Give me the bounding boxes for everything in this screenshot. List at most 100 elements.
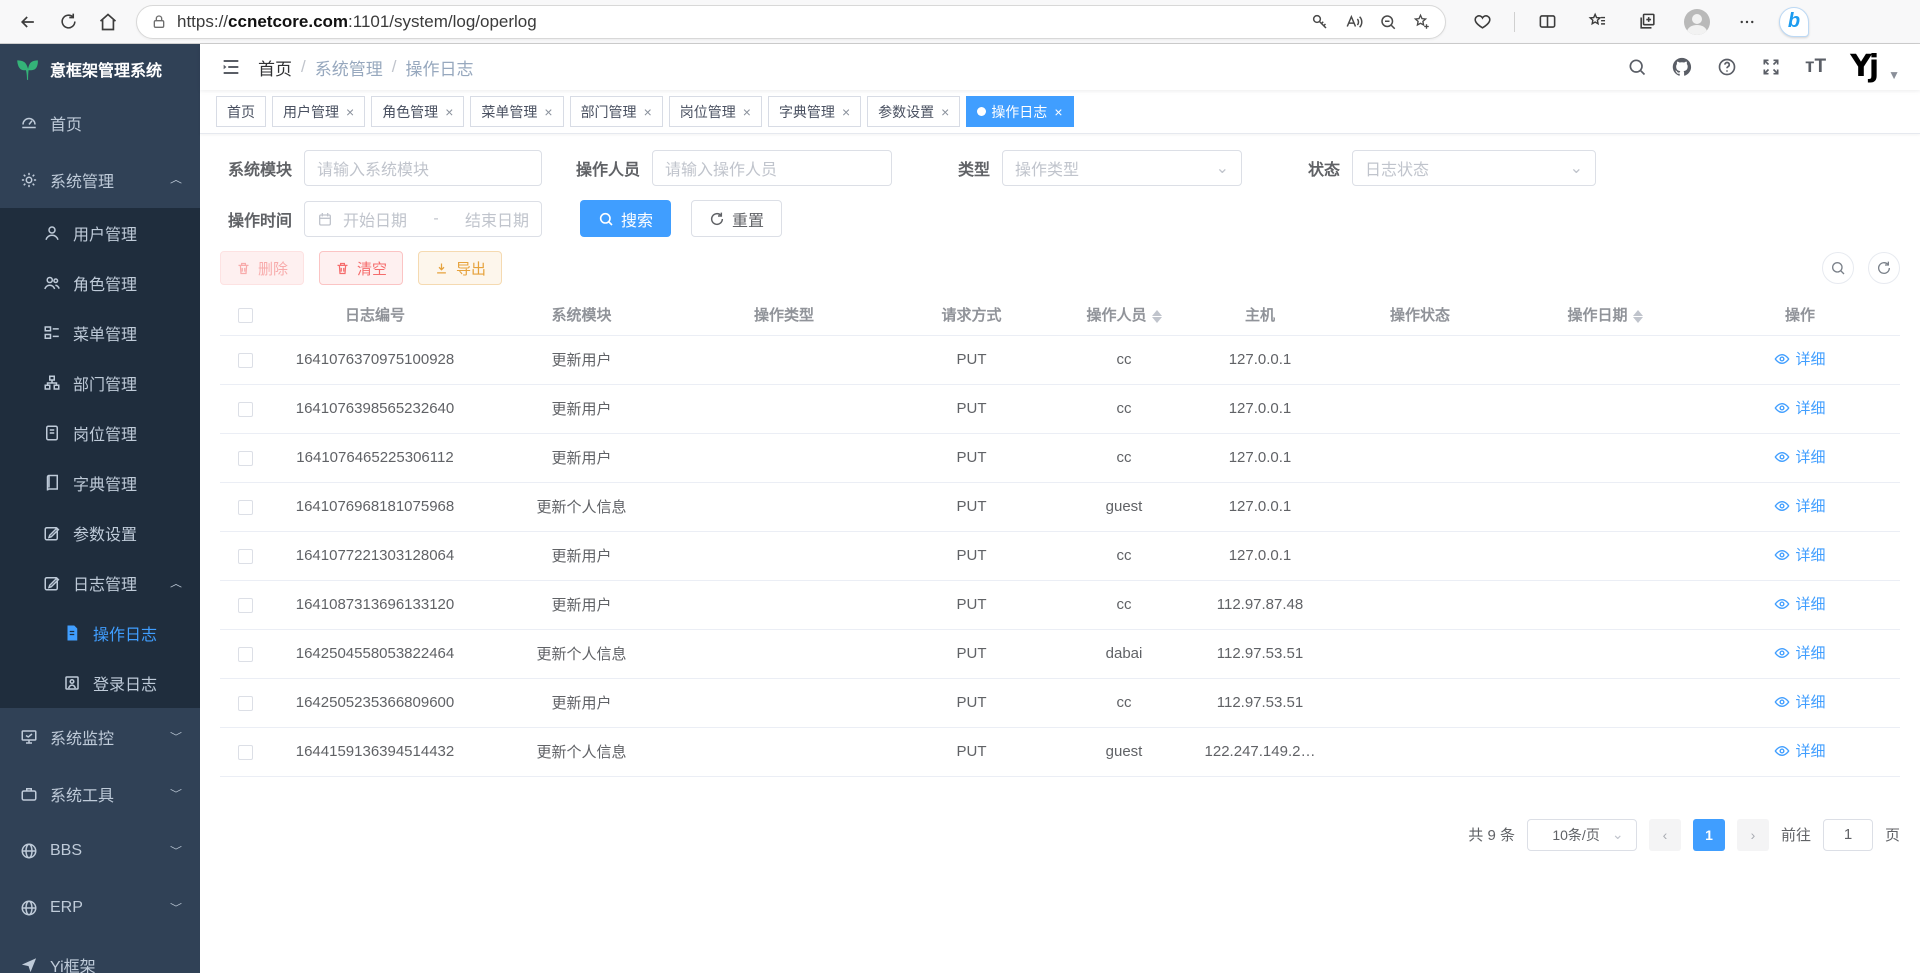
split-screen-icon[interactable] (1529, 5, 1565, 39)
row-checkbox[interactable] (238, 451, 253, 466)
sort-icon[interactable] (1152, 310, 1162, 323)
select-all-checkbox[interactable] (238, 308, 253, 323)
detail-link[interactable]: 详细 (1774, 593, 1825, 614)
help-icon[interactable] (1717, 57, 1737, 77)
read-aloud-icon[interactable] (1345, 13, 1363, 31)
browser-essentials-icon[interactable] (1464, 5, 1500, 39)
row-checkbox[interactable] (238, 598, 253, 613)
sidebar-item[interactable]: 系统工具﹀ (0, 765, 200, 822)
password-key-icon[interactable] (1311, 13, 1329, 31)
font-size-icon[interactable]: тT (1805, 56, 1826, 78)
url-text[interactable]: https://ccnetcore.com:1101/system/log/op… (177, 12, 1301, 32)
sidebar-item[interactable]: 角色管理 (0, 258, 200, 308)
close-icon[interactable]: × (445, 104, 453, 120)
sidebar-item[interactable]: 字典管理 (0, 458, 200, 508)
row-checkbox[interactable] (238, 500, 253, 515)
chevron-down-icon[interactable]: ▼ (1888, 68, 1900, 82)
sort-icon[interactable] (1633, 310, 1643, 323)
sidebar-item[interactable]: 日志管理︿ (0, 558, 200, 608)
fullscreen-icon[interactable] (1761, 57, 1781, 77)
detail-link[interactable]: 详细 (1774, 348, 1825, 369)
row-checkbox[interactable] (238, 696, 253, 711)
page-number-button[interactable]: 1 (1693, 819, 1725, 851)
type-select[interactable]: 操作类型⌄ (1002, 150, 1242, 186)
close-icon[interactable]: × (1054, 104, 1062, 120)
detail-link[interactable]: 详细 (1774, 495, 1825, 516)
module-input[interactable]: 请输入系统模块 (304, 150, 542, 186)
sidebar-item[interactable]: 部门管理 (0, 358, 200, 408)
tab-岗位管理[interactable]: 岗位管理× (669, 96, 762, 127)
next-page-button[interactable]: › (1737, 819, 1769, 851)
breadcrumb-system[interactable]: 系统管理 (315, 55, 383, 80)
delete-button[interactable]: 删除 (220, 251, 304, 285)
sidebar-item[interactable]: 首页 (0, 94, 200, 151)
tab-首页[interactable]: 首页 (216, 96, 266, 127)
tab-角色管理[interactable]: 角色管理× (371, 96, 464, 127)
detail-link[interactable]: 详细 (1774, 691, 1825, 712)
close-icon[interactable]: × (544, 104, 552, 120)
tab-参数设置[interactable]: 参数设置× (867, 96, 960, 127)
breadcrumb-home[interactable]: 首页 (258, 55, 292, 80)
sidebar-item[interactable]: ERP﹀ (0, 879, 200, 936)
profile-avatar[interactable] (1679, 5, 1715, 39)
sidebar-item[interactable]: 登录日志 (0, 658, 200, 708)
more-menu-icon[interactable] (1729, 5, 1765, 39)
detail-link[interactable]: 详细 (1774, 397, 1825, 418)
detail-link[interactable]: 详细 (1774, 446, 1825, 467)
add-favorite-icon[interactable] (1413, 13, 1431, 31)
search-button[interactable]: 搜索 (580, 200, 671, 237)
sidebar-item[interactable]: BBS﹀ (0, 822, 200, 879)
favorites-icon[interactable] (1579, 5, 1615, 39)
tab-菜单管理[interactable]: 菜单管理× (470, 96, 563, 127)
sidebar-item[interactable]: Yi框架 (0, 936, 200, 973)
close-icon[interactable]: × (346, 104, 354, 120)
sidebar-item[interactable]: 操作日志 (0, 608, 200, 658)
row-checkbox[interactable] (238, 745, 253, 760)
toggle-search-button[interactable] (1822, 252, 1854, 284)
home-button[interactable] (90, 5, 126, 39)
app-logo[interactable]: 意框架管理系统 (0, 44, 200, 94)
refresh-table-button[interactable] (1868, 252, 1900, 284)
sidebar-item[interactable]: 用户管理 (0, 208, 200, 258)
sidebar-item[interactable]: 参数设置 (0, 508, 200, 558)
clear-button[interactable]: 清空 (319, 251, 403, 285)
sidebar-item[interactable]: 菜单管理 (0, 308, 200, 358)
zoom-out-icon[interactable] (1379, 13, 1397, 31)
close-icon[interactable]: × (941, 104, 949, 120)
hamburger-icon[interactable] (220, 56, 242, 78)
prev-page-button[interactable]: ‹ (1649, 819, 1681, 851)
address-bar[interactable]: https://ccnetcore.com:1101/system/log/op… (136, 5, 1446, 39)
yj-logo[interactable]: Yj (1850, 52, 1876, 82)
sidebar-item[interactable]: 系统监控﹀ (0, 708, 200, 765)
github-icon[interactable] (1671, 56, 1693, 78)
row-checkbox[interactable] (238, 647, 253, 662)
detail-link[interactable]: 详细 (1774, 544, 1825, 565)
page-size-select[interactable]: 10条/页⌄ (1527, 819, 1637, 851)
refresh-button[interactable] (50, 5, 86, 39)
status-select[interactable]: 日志状态⌄ (1352, 150, 1596, 186)
close-icon[interactable]: × (842, 104, 850, 120)
close-icon[interactable]: × (644, 104, 652, 120)
row-checkbox[interactable] (238, 549, 253, 564)
sidebar-item[interactable]: 岗位管理 (0, 408, 200, 458)
date-range-input[interactable]: 开始日期 - 结束日期 (304, 201, 542, 237)
sidebar-item[interactable]: 系统管理︿ (0, 151, 200, 208)
back-button[interactable] (10, 5, 46, 39)
operator-input[interactable]: 请输入操作人员 (652, 150, 892, 186)
copilot-icon[interactable]: b (1779, 7, 1809, 37)
row-checkbox[interactable] (238, 353, 253, 368)
column-header[interactable]: 操作人员 (1058, 295, 1190, 335)
export-button[interactable]: 导出 (418, 251, 502, 285)
goto-page-input[interactable]: 1 (1823, 819, 1873, 851)
search-icon[interactable] (1627, 57, 1647, 77)
tab-字典管理[interactable]: 字典管理× (768, 96, 861, 127)
row-checkbox[interactable] (238, 402, 253, 417)
close-icon[interactable]: × (743, 104, 751, 120)
detail-link[interactable]: 详细 (1774, 740, 1825, 761)
reset-button[interactable]: 重置 (691, 200, 782, 237)
tab-部门管理[interactable]: 部门管理× (570, 96, 663, 127)
detail-link[interactable]: 详细 (1774, 642, 1825, 663)
column-header[interactable]: 操作日期 (1510, 295, 1700, 335)
tab-用户管理[interactable]: 用户管理× (272, 96, 365, 127)
tab-操作日志[interactable]: 操作日志× (966, 96, 1073, 127)
